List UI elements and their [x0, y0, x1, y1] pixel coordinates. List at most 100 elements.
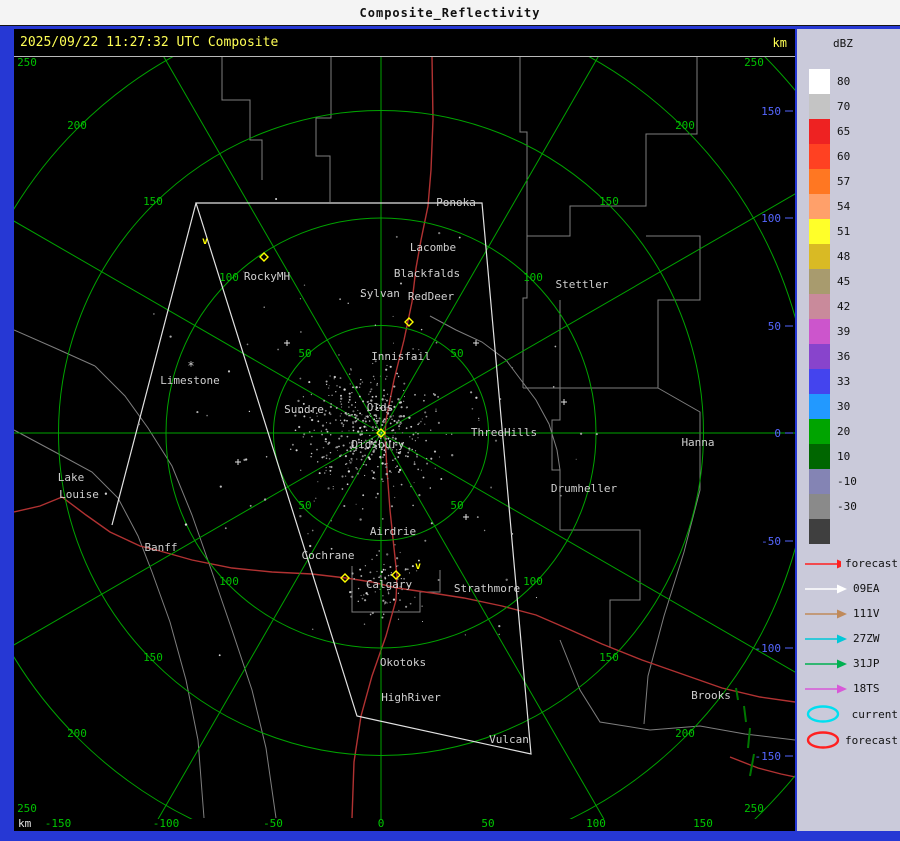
x-axis-label: -50 [263, 817, 283, 830]
city-label: HighRiver [381, 691, 441, 704]
radar-display[interactable]: 2025/09/22 11:27:32 UTC Composite km [14, 29, 795, 831]
scale-value: 33 [837, 369, 850, 394]
legend-item-current-ellipse: current [803, 701, 898, 727]
y-axis-label: 100 [761, 212, 781, 225]
scale-value: 57 [837, 169, 850, 194]
range-label: 100 [523, 271, 543, 284]
y-axis-label: -100 [755, 642, 782, 655]
city-label: Limestone [160, 374, 220, 387]
scale-entry: 51 [809, 219, 857, 244]
scale-value: 65 [837, 119, 850, 144]
city-label: Vulcan [489, 733, 529, 746]
boundary-line [316, 57, 331, 202]
timestamp-bar: 2025/09/22 11:27:32 UTC Composite km [14, 29, 795, 57]
city-label: Sundre [284, 403, 324, 416]
range-label: 250 [744, 802, 764, 815]
scale-entry: 30 [809, 394, 857, 419]
city-label: Strathmore [454, 582, 520, 595]
range-ring [14, 57, 795, 819]
range-label: 200 [675, 727, 695, 740]
legend-item-31JP: 31JP [803, 651, 898, 676]
city-label: RockyMH [244, 270, 290, 283]
scale-value: 45 [837, 269, 850, 294]
range-label: 50 [298, 499, 311, 512]
town-marker [561, 399, 567, 405]
scale-value: 51 [837, 219, 850, 244]
scale-entry: 10 [809, 444, 857, 469]
city-label: Sylvan [360, 287, 400, 300]
city-label: Airdrie [370, 525, 416, 538]
track-arrow-icon [803, 608, 849, 620]
range-label: 150 [599, 651, 619, 664]
scale-swatch [809, 369, 830, 394]
y-axis-label: 50 [768, 320, 781, 333]
scale-entry: 65 [809, 119, 857, 144]
x-axis-label: 0 [378, 817, 385, 830]
scale-value: 10 [837, 444, 850, 469]
track-arrow-icon [803, 583, 849, 595]
y-axis-label: -50 [761, 535, 781, 548]
boundary-line [14, 330, 95, 366]
range-label: 50 [298, 347, 311, 360]
vector-marker: v [202, 236, 208, 247]
azimuth-spoke [381, 433, 664, 819]
city-label: Lake [58, 471, 85, 484]
legend-label: forecast [845, 734, 898, 747]
town-marker [235, 459, 241, 465]
city-label: Olds [367, 401, 394, 414]
coverage-sector-edge [112, 203, 196, 525]
range-label: 100 [219, 271, 239, 284]
range-label: 100 [523, 575, 543, 588]
azimuth-spoke [99, 433, 382, 819]
scale-entry: 57 [809, 169, 857, 194]
legend-label: current [852, 708, 898, 721]
city-label: Ponoka [436, 196, 476, 209]
track-arrow-icon [803, 558, 841, 570]
scale-value: -10 [837, 469, 857, 494]
scale-entry: 54 [809, 194, 857, 219]
scale-swatch [809, 394, 830, 419]
window-frame-bottom [0, 831, 900, 841]
scale-swatch [809, 294, 830, 319]
boundary-line [14, 430, 204, 818]
x-axis: km -150-100-50050100150 [14, 819, 795, 831]
scale-swatch [809, 69, 830, 94]
legend-item-18TS: 18TS [803, 676, 898, 701]
boundary-line [222, 57, 262, 180]
boundary-line [520, 57, 527, 202]
scale-swatch [809, 94, 830, 119]
scale-swatch [809, 244, 830, 269]
range-label: 200 [675, 119, 695, 132]
vector-marker: v [415, 561, 421, 572]
legend-label: 27ZW [853, 632, 880, 645]
legend-label: 31JP [853, 657, 880, 670]
window-frame-top [0, 26, 900, 29]
range-label: 200 [67, 727, 87, 740]
track-arrow-icon [803, 683, 849, 695]
scale-value: 60 [837, 144, 850, 169]
map-labels: 5050505010010010010015015015015020020020… [17, 57, 793, 815]
radar-map[interactable]: 5050505010010010010015015015015020020020… [14, 57, 795, 819]
city-label: Okotoks [380, 656, 426, 669]
range-label: 150 [599, 195, 619, 208]
y-axis-label: 150 [761, 105, 781, 118]
panel-divider [795, 29, 797, 831]
window-titlebar: Composite_Reflectivity [0, 0, 900, 26]
scale-entry: 60 [809, 144, 857, 169]
y-axis-label: -150 [755, 750, 782, 763]
timestamp-text: 2025/09/22 11:27:32 UTC Composite [20, 35, 278, 50]
city-label: Didsbury [352, 438, 405, 451]
y-axis-unit-label: km [773, 36, 787, 50]
scale-entry: -10 [809, 469, 857, 494]
range-label: 250 [744, 57, 764, 69]
scale-entry: 20 [809, 419, 857, 444]
scale-swatch [809, 494, 830, 519]
city-label: Calgary [366, 578, 413, 591]
x-axis-label: -150 [45, 817, 72, 830]
scale-entry: 33 [809, 369, 857, 394]
scale-entry: 80 [809, 69, 857, 94]
azimuth-spoke [14, 151, 381, 434]
x-axis-label: -100 [153, 817, 180, 830]
city-label: Louise [59, 488, 99, 501]
range-label: 250 [17, 802, 37, 815]
